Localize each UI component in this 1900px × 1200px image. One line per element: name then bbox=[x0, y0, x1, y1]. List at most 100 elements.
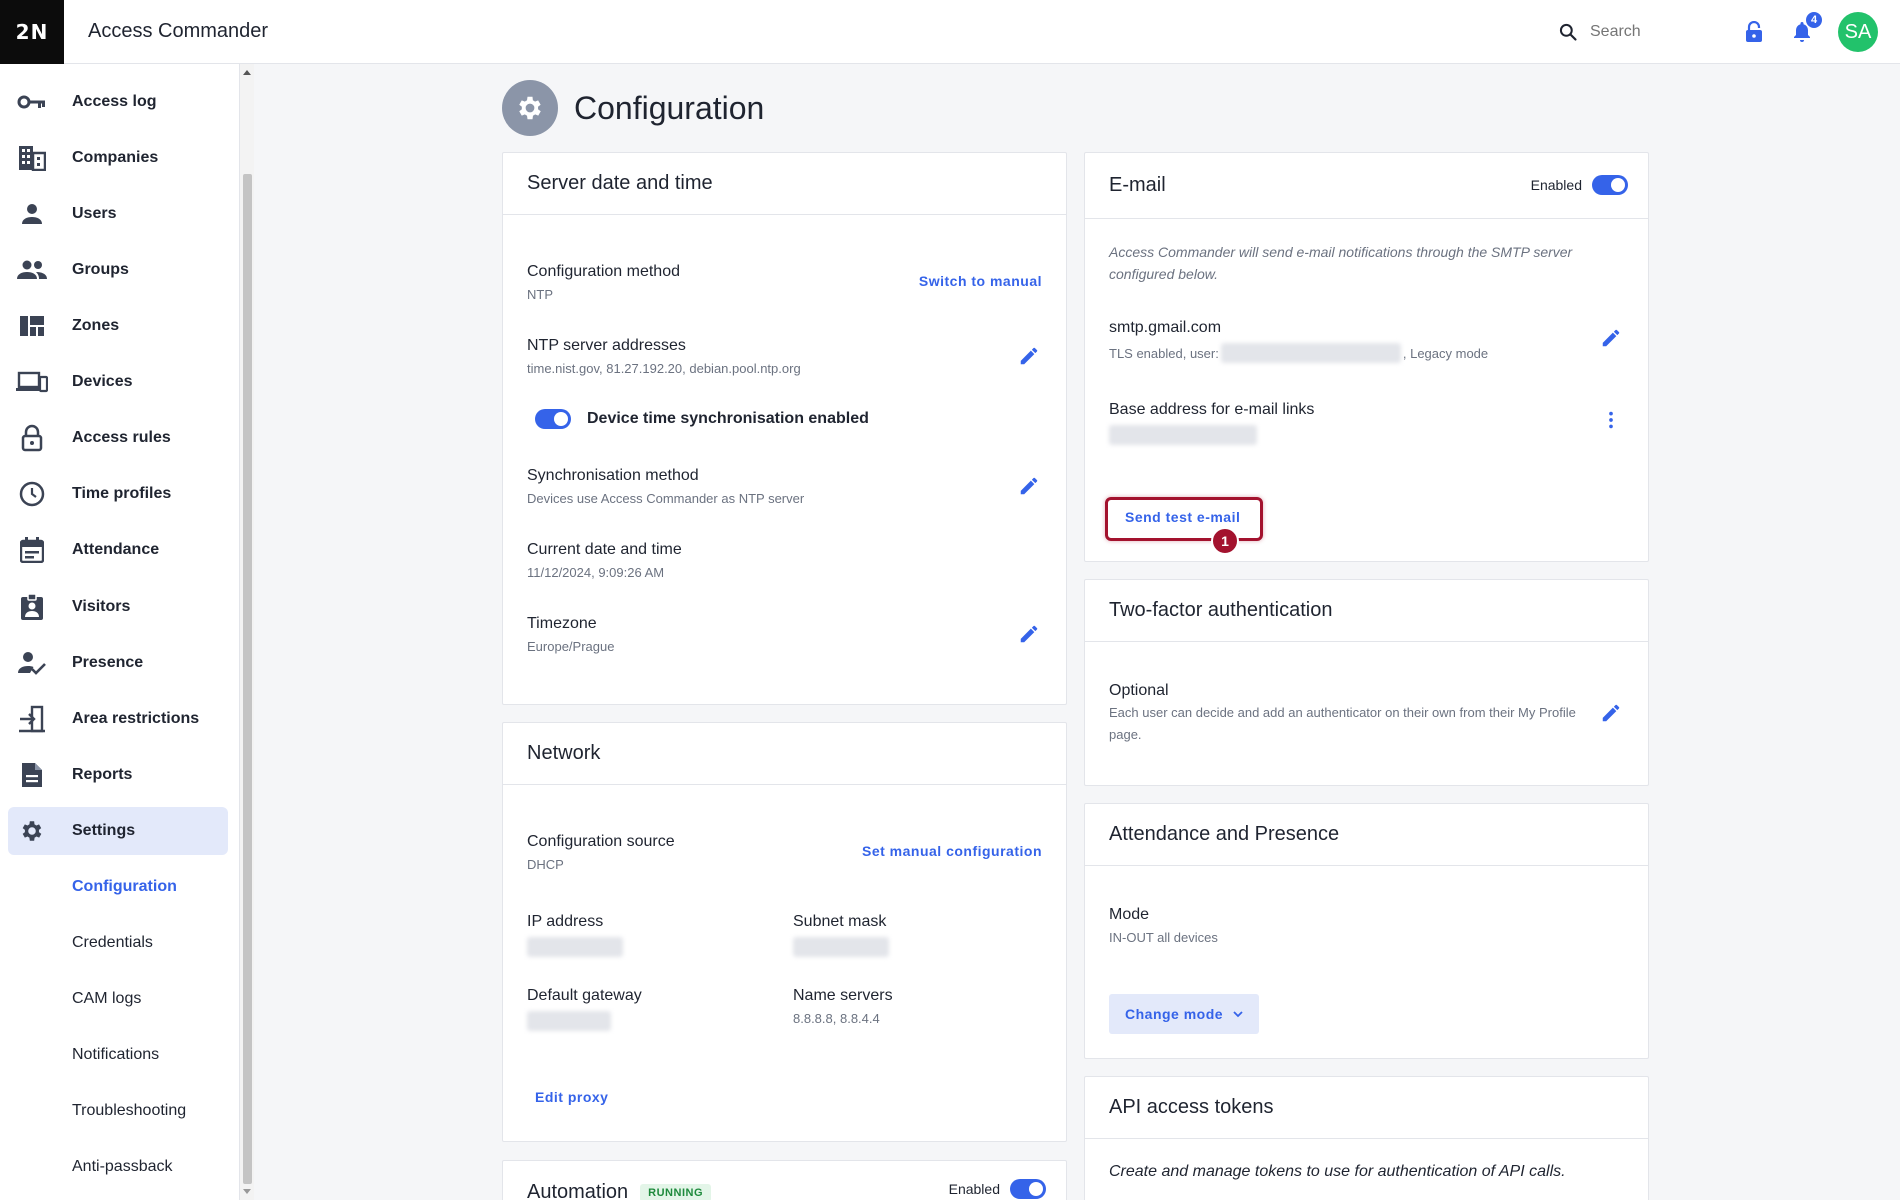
sidebar-item-presence[interactable]: Presence bbox=[8, 639, 228, 687]
sidebar-subitem-cam-logs[interactable]: CAM logs bbox=[72, 990, 141, 1008]
scrollbar-thumb[interactable] bbox=[243, 174, 252, 1184]
area-restriction-icon bbox=[8, 705, 56, 733]
edit-proxy-button[interactable]: Edit proxy bbox=[535, 1089, 608, 1105]
search-input[interactable] bbox=[1590, 23, 1700, 41]
sidebar-scrollbar[interactable] bbox=[240, 64, 254, 1200]
search-box[interactable] bbox=[1558, 22, 1718, 42]
ip-address-row: IP address bbox=[527, 913, 623, 962]
sidebar-subitem-notifications[interactable]: Notifications bbox=[72, 1046, 159, 1064]
scroll-down-arrow-icon[interactable] bbox=[243, 1189, 251, 1194]
app-title: Access Commander bbox=[88, 20, 269, 42]
api-tokens-card: API access tokens Create and manage toke… bbox=[1084, 1076, 1649, 1200]
automation-enabled-control: Enabled bbox=[949, 1179, 1046, 1199]
switch-to-manual-button[interactable]: Switch to manual bbox=[919, 273, 1042, 289]
scroll-up-arrow-icon[interactable] bbox=[243, 70, 251, 75]
sidebar-item-label: Attendance bbox=[72, 541, 160, 558]
edit-timezone-pencil-icon[interactable] bbox=[1018, 623, 1042, 647]
config-method-row: Configuration method NTP bbox=[527, 263, 680, 302]
config-method-label: Configuration method bbox=[527, 263, 680, 280]
current-date-label: Current date and time bbox=[527, 541, 682, 558]
config-source-row: Configuration source DHCP bbox=[527, 833, 675, 872]
edit-sync-method-pencil-icon[interactable] bbox=[1018, 475, 1042, 499]
edit-smtp-pencil-icon[interactable] bbox=[1600, 327, 1624, 351]
base-address-row: Base address for e-mail links bbox=[1109, 401, 1314, 450]
card-title: Two-factor authentication bbox=[1085, 580, 1648, 642]
sidebar-item-time-profiles[interactable]: Time profiles bbox=[8, 470, 228, 518]
subnet-mask-label: Subnet mask bbox=[793, 913, 887, 930]
change-mode-button[interactable]: Change mode bbox=[1109, 994, 1260, 1034]
sidebar-item-label: Presence bbox=[72, 654, 144, 671]
top-bar: 2N Access Commander 4 SA bbox=[0, 0, 1900, 64]
default-gateway-redacted bbox=[527, 1011, 611, 1031]
sidebar-item-users[interactable]: Users bbox=[8, 190, 228, 238]
two-factor-mode-desc: Each user can decide and add an authenti… bbox=[1109, 705, 1576, 742]
header-actions: 4 SA bbox=[1558, 0, 1900, 64]
sidebar-item-devices[interactable]: Devices bbox=[8, 358, 228, 406]
search-icon bbox=[1559, 23, 1577, 41]
current-date-value: 11/12/2024, 9:09:26 AM bbox=[527, 565, 665, 580]
attendance-mode-value: IN-OUT all devices bbox=[1109, 930, 1218, 945]
page-header: Configuration bbox=[502, 80, 764, 136]
api-tokens-description: Create and manage tokens to use for auth… bbox=[1109, 1163, 1566, 1180]
more-options-vertical-dots-icon[interactable] bbox=[1600, 409, 1624, 433]
sidebar-subitem-credentials[interactable]: Credentials bbox=[72, 934, 153, 952]
sidebar-subitem-configuration[interactable]: Configuration bbox=[72, 878, 177, 896]
lock-button[interactable] bbox=[1742, 20, 1766, 44]
sidebar-item-reports[interactable]: Reports bbox=[8, 751, 228, 799]
send-test-email-button[interactable]: Send test e-mail bbox=[1125, 509, 1240, 525]
device-sync-toggle-row: Device time synchronisation enabled bbox=[527, 409, 869, 429]
device-sync-label: Device time synchronisation enabled bbox=[587, 410, 869, 427]
edit-two-factor-pencil-icon[interactable] bbox=[1600, 702, 1624, 726]
sidebar-item-label: Users bbox=[72, 205, 117, 222]
building-icon bbox=[8, 145, 56, 171]
sidebar-item-visitors[interactable]: Visitors bbox=[8, 583, 228, 631]
sidebar-item-settings[interactable]: Settings bbox=[8, 807, 228, 855]
automation-card: Automation RUNNING Enabled bbox=[502, 1160, 1067, 1200]
smtp-user-redacted bbox=[1220, 343, 1401, 363]
timezone-label: Timezone bbox=[527, 615, 597, 632]
name-servers-label: Name servers bbox=[793, 987, 893, 1004]
smtp-details-suffix: , Legacy mode bbox=[1402, 345, 1489, 361]
sidebar-item-label: Area restrictions bbox=[72, 710, 200, 727]
ntp-servers-row: NTP server addresses time.nist.gov, 81.2… bbox=[527, 337, 801, 376]
chevron-down-icon bbox=[1233, 1010, 1243, 1017]
brand-logo[interactable]: 2N bbox=[0, 0, 64, 64]
gear-icon bbox=[502, 80, 558, 136]
automation-enabled-toggle[interactable] bbox=[1010, 1179, 1046, 1199]
card-title: Automation bbox=[527, 1181, 629, 1200]
ip-address-redacted bbox=[527, 937, 623, 957]
name-servers-row: Name servers 8.8.8.8, 8.8.4.4 bbox=[793, 987, 893, 1026]
sidebar-item-label: Devices bbox=[72, 373, 133, 390]
sidebar-item-label: Companies bbox=[72, 149, 159, 166]
user-avatar[interactable]: SA bbox=[1838, 12, 1878, 52]
email-enabled-toggle[interactable] bbox=[1592, 175, 1628, 195]
attendance-mode-row: Mode IN-OUT all devices bbox=[1109, 906, 1218, 945]
default-gateway-row: Default gateway bbox=[527, 987, 642, 1036]
set-manual-configuration-button[interactable]: Set manual configuration bbox=[862, 843, 1042, 859]
sidebar-item-groups[interactable]: Groups bbox=[8, 246, 228, 294]
two-factor-mode-label: Optional bbox=[1109, 682, 1169, 699]
timezone-value: Europe/Prague bbox=[527, 639, 615, 654]
sidebar-item-access-log[interactable]: Access log bbox=[8, 78, 228, 126]
notifications-button[interactable]: 4 bbox=[1790, 12, 1822, 44]
email-enabled-control: Enabled bbox=[1531, 175, 1628, 195]
base-address-redacted bbox=[1109, 425, 1257, 445]
sidebar-subitem-anti-passback[interactable]: Anti-passback bbox=[72, 1158, 173, 1176]
sidebar-item-label: Access log bbox=[72, 93, 157, 110]
ip-address-label: IP address bbox=[527, 913, 604, 930]
sidebar-subitem-troubleshooting[interactable]: Troubleshooting bbox=[72, 1102, 186, 1120]
sidebar-item-area-restrictions[interactable]: Area restrictions bbox=[8, 695, 228, 743]
key-icon bbox=[8, 94, 56, 110]
lock-icon bbox=[8, 424, 56, 452]
edit-ntp-pencil-icon[interactable] bbox=[1018, 345, 1042, 369]
sidebar-item-access-rules[interactable]: Access rules bbox=[8, 414, 228, 462]
device-sync-toggle[interactable] bbox=[535, 409, 571, 429]
sidebar-item-companies[interactable]: Companies bbox=[8, 134, 228, 182]
ntp-label: NTP server addresses bbox=[527, 337, 686, 354]
card-title: E-mail bbox=[1109, 174, 1166, 196]
sidebar-item-zones[interactable]: Zones bbox=[8, 302, 228, 350]
config-source-value: DHCP bbox=[527, 857, 564, 872]
sidebar-item-attendance[interactable]: Attendance bbox=[8, 526, 228, 574]
automation-header: Automation RUNNING bbox=[527, 1181, 712, 1200]
email-enabled-label: Enabled bbox=[1530, 177, 1582, 193]
